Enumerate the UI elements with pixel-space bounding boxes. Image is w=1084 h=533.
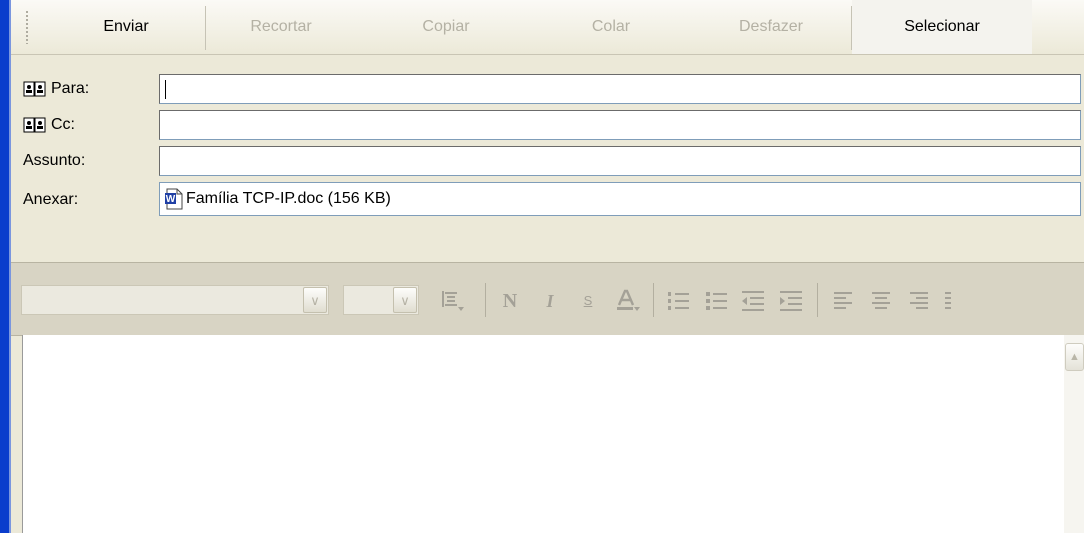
toolbar-separator <box>653 283 654 317</box>
cc-field[interactable] <box>159 110 1081 140</box>
numbered-list-icon[interactable] <box>665 289 693 313</box>
address-book-icon[interactable] <box>23 116 46 134</box>
message-body-editor[interactable] <box>22 335 1065 533</box>
font-size-select[interactable]: ∨ <box>343 285 419 315</box>
attachment-field[interactable]: W Família TCP-IP.doc (156 KB) <box>159 182 1081 216</box>
vertical-scrollbar[interactable]: ▲ <box>1064 335 1084 533</box>
paste-button[interactable]: Colar <box>546 0 676 54</box>
scroll-up-icon[interactable]: ▲ <box>1065 343 1084 371</box>
address-book-icon[interactable] <box>23 80 46 98</box>
font-color-icon[interactable] <box>614 289 642 313</box>
toolbar-separator <box>205 6 206 50</box>
select-button[interactable]: Selecionar <box>852 0 1032 54</box>
align-right-icon[interactable] <box>905 289 933 313</box>
cc-row: Cc: <box>11 108 1084 142</box>
to-field[interactable] <box>159 74 1081 104</box>
chevron-down-icon[interactable]: ∨ <box>303 287 327 313</box>
attachment-name[interactable]: Família TCP-IP.doc (156 KB) <box>186 190 391 208</box>
increase-indent-icon[interactable] <box>777 289 805 313</box>
italic-icon[interactable]: I <box>536 289 564 313</box>
window-frame-left <box>0 0 11 533</box>
underline-icon[interactable]: S <box>574 289 602 313</box>
paragraph-style-icon[interactable] <box>439 289 467 313</box>
bold-icon[interactable]: N <box>496 289 524 313</box>
attach-row: Anexar: W Família TCP-IP.doc (156 KB) <box>11 180 1084 220</box>
justify-icon[interactable] <box>943 289 951 313</box>
formatting-toolbar: ∨ ∨ N I S <box>11 262 1084 336</box>
subject-label: Assunto: <box>23 152 86 169</box>
cc-label-text: Cc: <box>51 116 75 133</box>
align-center-icon[interactable] <box>867 289 895 313</box>
to-label[interactable]: Para: <box>23 72 89 106</box>
decrease-indent-icon[interactable] <box>739 289 767 313</box>
send-button[interactable]: Enviar <box>51 0 201 54</box>
subject-row: Assunto: <box>11 144 1084 178</box>
font-name-select[interactable]: ∨ <box>21 285 329 315</box>
subject-field[interactable] <box>159 146 1081 176</box>
word-document-icon: W <box>164 188 184 210</box>
cc-label[interactable]: Cc: <box>23 108 75 142</box>
toolbar-separator <box>817 283 818 317</box>
attach-label: Anexar: <box>23 191 79 208</box>
bulleted-list-icon[interactable] <box>703 289 731 313</box>
undo-button[interactable]: Desfazer <box>701 0 841 54</box>
to-label-text: Para: <box>51 80 90 97</box>
text-caret <box>165 80 166 99</box>
svg-text:W: W <box>166 194 176 205</box>
chevron-down-icon[interactable]: ∨ <box>393 287 417 313</box>
align-left-icon[interactable] <box>829 289 857 313</box>
to-row: Para: <box>11 72 1084 106</box>
cut-button[interactable]: Recortar <box>216 0 346 54</box>
main-toolbar: Enviar Recortar Copiar Colar Desfazer Se… <box>11 0 1084 55</box>
message-header: Para: Cc: Assunto: Anexar: W Família TCP… <box>11 55 1084 261</box>
copy-button[interactable]: Copiar <box>381 0 511 54</box>
toolbar-grip[interactable] <box>25 10 29 44</box>
toolbar-separator <box>485 283 486 317</box>
